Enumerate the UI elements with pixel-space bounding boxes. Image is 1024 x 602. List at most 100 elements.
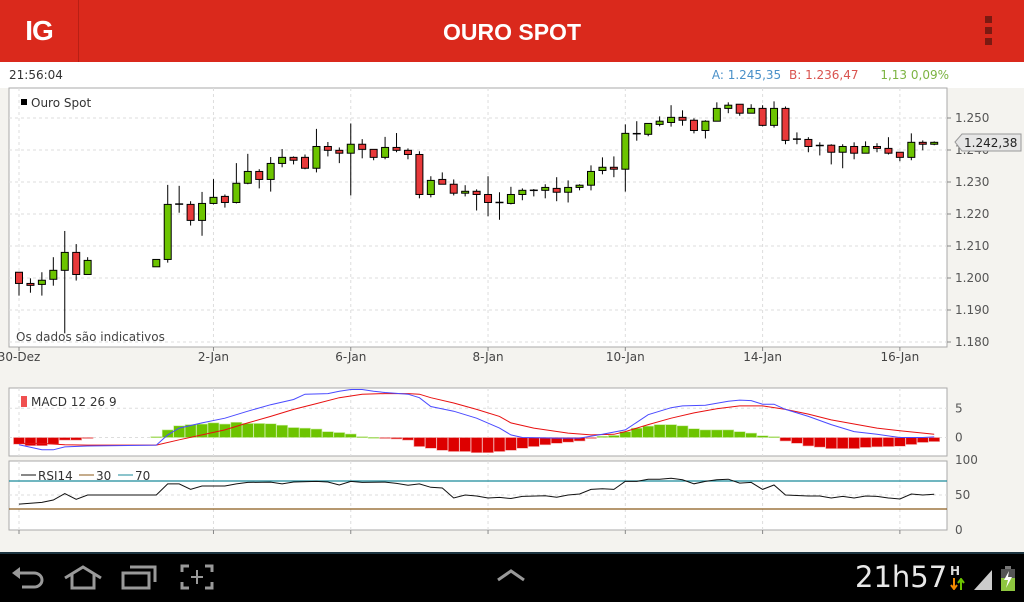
macd-histogram-bar [36, 437, 48, 446]
candle-down [472, 190, 481, 195]
macd-histogram-bar [699, 429, 712, 438]
candle-down [369, 148, 378, 158]
candle-up [163, 203, 172, 260]
candle-up [564, 186, 573, 193]
candle-up [37, 279, 46, 285]
macd-histogram-bar [722, 429, 735, 438]
candle-down [552, 187, 561, 193]
candle-down [301, 156, 309, 169]
candle-down [449, 183, 458, 194]
candle-up [243, 170, 252, 184]
macd-histogram-bar [802, 437, 815, 447]
macd-histogram-bar [379, 437, 391, 439]
macd-histogram-bar [825, 437, 838, 449]
macd-histogram-bar [150, 436, 163, 438]
candle-up [701, 120, 710, 131]
current-price-tag: 1.242,38 [954, 133, 1022, 152]
candle-up [506, 193, 515, 204]
macd-histogram-bar [745, 432, 757, 438]
macd-histogram-bar [779, 437, 792, 442]
macd-histogram-bar [493, 437, 506, 452]
macd-histogram-bar [81, 437, 94, 439]
rsi-70-label: 70 [135, 469, 150, 483]
macd-histogram-bar [344, 433, 357, 438]
candle-down [484, 193, 493, 203]
candle-up [861, 145, 870, 154]
price-chart[interactable]: 30-Dez 2-Jan 6-Jan 8-Jan 10-Jan 14-Jan 16-Jan 1… [0, 0, 1024, 552]
candle-up [60, 251, 69, 271]
recent-apps-icon[interactable] [120, 564, 158, 590]
candle-up [621, 132, 630, 170]
candle-down [609, 166, 618, 170]
android-nav-bar: 21h57 H [0, 552, 1024, 602]
macd-label: MACD 12 26 9 [31, 395, 117, 409]
home-icon[interactable] [62, 564, 104, 590]
macd-histogram-bar [242, 423, 254, 438]
macd-histogram-bar [676, 425, 689, 438]
macd-histogram-bar [928, 437, 941, 442]
y-tick-label: 1.180 [955, 335, 989, 349]
candle-down [804, 138, 813, 147]
candle-down [72, 251, 81, 275]
legend-ouro-spot: Ouro Spot [31, 96, 91, 110]
macd-histogram-bar [848, 437, 860, 449]
screenshot-icon[interactable] [180, 564, 214, 590]
macd-histogram-bar [688, 428, 700, 438]
macd-histogram-bar [310, 428, 323, 438]
candle-up [747, 107, 756, 114]
x-tick-label: 10-Jan [606, 350, 645, 364]
back-icon[interactable] [10, 564, 46, 590]
candle-down [26, 282, 35, 286]
macd-histogram-bar [402, 437, 414, 441]
current-price-label: 1.242,38 [964, 136, 1017, 150]
candle-down [358, 143, 367, 150]
candle-down [415, 153, 424, 195]
candle-up [83, 259, 92, 275]
macd-histogram-bar [276, 424, 288, 438]
candle-down [689, 119, 698, 131]
candle-up [152, 258, 161, 268]
macd-histogram-bar [70, 437, 82, 441]
candle-down [918, 141, 927, 145]
candle-down [255, 170, 264, 180]
macd-histogram-bar [653, 424, 666, 438]
macd-histogram-bar [264, 423, 277, 438]
system-clock: 21h57 [855, 560, 948, 594]
rsi-30-label: 30 [96, 469, 111, 483]
candle-up [278, 156, 287, 164]
macd-histogram-bar [24, 437, 37, 446]
candle-down [15, 271, 23, 284]
indicative-note: Os dados são indicativos [16, 330, 165, 344]
macd-histogram-bar [527, 437, 540, 447]
macd-histogram-bar [836, 437, 849, 449]
x-tick-label: 6-Jan [335, 350, 366, 364]
candle-down [678, 116, 687, 121]
candle-down [438, 178, 447, 185]
candle-up [541, 186, 550, 191]
macd-histogram-bar [459, 437, 471, 452]
macd-histogram-bar [47, 437, 60, 445]
macd-histogram-bar [859, 437, 872, 448]
candle-up [575, 184, 584, 188]
x-tick-label: 16-Jan [880, 350, 919, 364]
chevron-up-icon[interactable] [496, 568, 526, 582]
candle-down [873, 145, 881, 149]
rsi-tick-label: 100 [955, 453, 978, 467]
main-legend: Ouro Spot [21, 96, 91, 110]
candle-up [381, 146, 390, 158]
candle-up [644, 122, 653, 135]
macd-histogram-bar [367, 437, 380, 439]
candle-down [781, 107, 790, 141]
macd-histogram-bar [299, 427, 311, 438]
candle-down [827, 144, 836, 153]
candle-up [198, 202, 207, 221]
macd-histogram-bar [447, 437, 460, 452]
candle-up [930, 141, 939, 145]
candle-up [209, 196, 218, 204]
macd-histogram-bar [642, 425, 655, 438]
candle-down [884, 147, 893, 154]
macd-histogram-bar [161, 429, 174, 438]
candle-up [346, 143, 355, 154]
candle-up [724, 104, 733, 109]
rsi-tick-label: 0 [955, 523, 963, 537]
